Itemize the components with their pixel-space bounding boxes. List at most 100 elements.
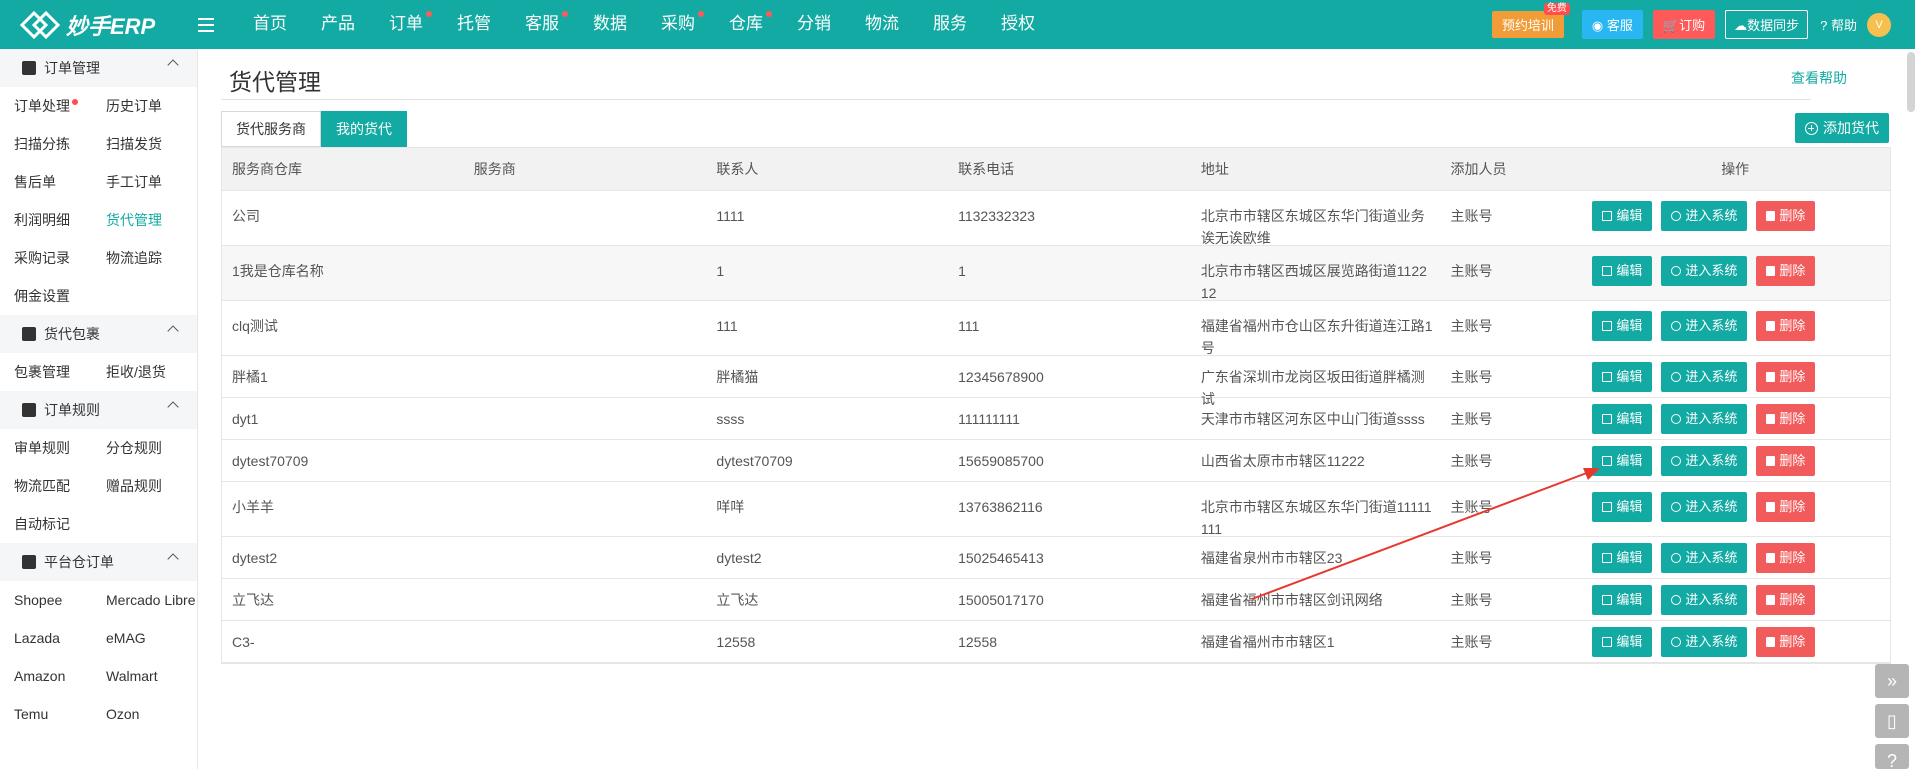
sidebar-item[interactable]: Walmart xyxy=(106,657,198,695)
tab-forwarder-providers[interactable]: 货代服务商 xyxy=(221,111,321,147)
nav-item[interactable]: 服务 xyxy=(916,0,984,49)
sidebar-item[interactable]: Ozon xyxy=(106,695,198,733)
sidebar-item[interactable]: 分仓规则 xyxy=(106,429,198,467)
subscribe-button[interactable]: 🛒订购 xyxy=(1652,10,1716,39)
sidebar-item[interactable]: 手工订单 xyxy=(106,163,198,201)
link-icon xyxy=(1671,456,1682,466)
nav-item[interactable]: 物流 xyxy=(848,0,916,49)
book-training-button[interactable]: 预约培训 免费 xyxy=(1491,3,1570,38)
contact-cell: dytest70709 xyxy=(716,453,793,469)
enter-system-button[interactable]: 进入系统 xyxy=(1661,201,1748,231)
sidebar-item[interactable]: 包裹管理 xyxy=(14,353,106,391)
delete-label: 删除 xyxy=(1779,411,1806,426)
nav-item[interactable]: 采购 xyxy=(644,0,712,49)
nav-item[interactable]: 托管 xyxy=(440,0,508,49)
edit-button[interactable]: 编辑 xyxy=(1592,311,1653,341)
sidebar-group-header[interactable]: 平台仓订单 xyxy=(0,543,197,581)
view-help-link[interactable]: 查看帮助 xyxy=(1791,68,1847,88)
sidebar-item[interactable]: 货代管理 xyxy=(106,201,198,239)
edit-button[interactable]: 编辑 xyxy=(1592,256,1653,286)
delete-button[interactable]: 删除 xyxy=(1756,492,1816,522)
mobile-icon[interactable]: ▯ xyxy=(1875,704,1909,738)
enter-system-button[interactable]: 进入系统 xyxy=(1661,404,1748,434)
edit-icon xyxy=(1602,414,1613,424)
sidebar-item[interactable]: 自动标记 xyxy=(14,505,106,543)
delete-button[interactable]: 删除 xyxy=(1756,311,1816,341)
edit-button[interactable]: 编辑 xyxy=(1592,627,1653,657)
delete-button[interactable]: 删除 xyxy=(1756,256,1816,286)
nav-item[interactable]: 订单 xyxy=(372,0,440,49)
enter-system-button[interactable]: 进入系统 xyxy=(1661,543,1748,573)
edit-button[interactable]: 编辑 xyxy=(1592,543,1653,573)
enter-system-button[interactable]: 进入系统 xyxy=(1661,627,1748,657)
enter-system-button[interactable]: 进入系统 xyxy=(1661,311,1748,341)
nav-item[interactable]: 数据 xyxy=(576,0,644,49)
data-sync-button[interactable]: ☁数据同步 xyxy=(1725,10,1809,39)
nav-item-label: 分销 xyxy=(797,14,831,33)
warehouse-cell: dytest2 xyxy=(232,550,278,566)
sidebar-item[interactable]: Amazon xyxy=(14,657,106,695)
nav-item[interactable]: 授权 xyxy=(984,0,1052,49)
sidebar-item[interactable]: 审单规则 xyxy=(14,429,106,467)
tab-my-forwarders[interactable]: 我的货代 xyxy=(321,111,407,147)
nav-item[interactable]: 分销 xyxy=(780,0,848,49)
sidebar-item[interactable]: 售后单 xyxy=(14,163,106,201)
feedback-icon[interactable]: ? xyxy=(1875,744,1909,771)
edit-button[interactable]: 编辑 xyxy=(1592,492,1653,522)
sidebar-group-header[interactable]: 货代包裹 xyxy=(0,315,197,353)
delete-button[interactable]: 删除 xyxy=(1756,585,1816,615)
enter-system-button[interactable]: 进入系统 xyxy=(1661,256,1748,286)
edit-button[interactable]: 编辑 xyxy=(1592,201,1653,231)
sidebar-group-header[interactable]: 订单规则 xyxy=(0,391,197,429)
sidebar-item[interactable]: 订单处理 xyxy=(14,87,106,125)
expand-icon[interactable]: » xyxy=(1875,664,1909,698)
sidebar-item[interactable]: 赠品规则 xyxy=(106,467,198,505)
help-link[interactable]: ? 帮助 xyxy=(1820,15,1857,34)
logo[interactable]: 妙手ERP xyxy=(19,9,170,41)
scrollbar[interactable] xyxy=(1907,52,1915,112)
sidebar-item[interactable]: Shopee xyxy=(14,581,106,619)
nav-item[interactable]: 首页 xyxy=(236,0,304,49)
nav-item-label: 采购 xyxy=(661,14,695,33)
delete-button[interactable]: 删除 xyxy=(1756,627,1816,657)
delete-button[interactable]: 删除 xyxy=(1756,362,1816,392)
sidebar-item[interactable]: Mercado Libre xyxy=(106,581,198,619)
nav-item[interactable]: 仓库 xyxy=(712,0,780,49)
address-cell: 福建省福州市仓山区东升街道连江路1号 xyxy=(1200,318,1433,356)
sidebar-item[interactable]: 历史订单 xyxy=(106,87,198,125)
sidebar-item[interactable]: 佣金设置 xyxy=(14,277,106,315)
nav-item[interactable]: 客服 xyxy=(508,0,576,49)
enter-system-button[interactable]: 进入系统 xyxy=(1661,585,1748,615)
menu-toggle-icon[interactable] xyxy=(198,17,214,32)
enter-system-button[interactable]: 进入系统 xyxy=(1661,492,1748,522)
add-forwarder-button[interactable]: 添加货代 xyxy=(1795,113,1889,143)
subscribe-label: 订购 xyxy=(1679,18,1706,33)
sidebar-item[interactable]: Temu xyxy=(14,695,106,733)
customer-service-button[interactable]: ◉ 客服 xyxy=(1581,10,1643,39)
edit-button[interactable]: 编辑 xyxy=(1592,404,1653,434)
delete-button[interactable]: 删除 xyxy=(1756,201,1816,231)
delete-button[interactable]: 删除 xyxy=(1756,404,1816,434)
enter-system-button[interactable]: 进入系统 xyxy=(1661,446,1748,476)
edit-button[interactable]: 编辑 xyxy=(1592,446,1653,476)
sidebar: 订单管理 订单处理 历史订单 扫描分拣 扫描发货 售后单 手工订单 利润明细 货代管理 采购记录物… xyxy=(0,49,198,769)
sidebar-item[interactable]: 扫描发货 xyxy=(106,125,198,163)
nav-item[interactable]: 产品 xyxy=(304,0,372,49)
sidebar-item[interactable]: 物流匹配 xyxy=(14,467,106,505)
sidebar-item[interactable]: 拒收/退货 xyxy=(106,353,198,391)
edit-button[interactable]: 编辑 xyxy=(1592,362,1653,392)
enter-system-button[interactable]: 进入系统 xyxy=(1661,362,1748,392)
sidebar-item[interactable]: eMAG xyxy=(106,619,198,657)
delete-button[interactable]: 删除 xyxy=(1756,543,1816,573)
delete-button[interactable]: 删除 xyxy=(1756,446,1816,476)
warehouse-cell: 胖橘1 xyxy=(232,369,268,385)
sidebar-item[interactable]: 采购记录 xyxy=(14,239,106,277)
sidebar-group-header[interactable]: 订单管理 xyxy=(0,49,197,87)
trash-icon xyxy=(1766,414,1776,424)
sidebar-item[interactable]: Lazada xyxy=(14,619,106,657)
edit-button[interactable]: 编辑 xyxy=(1592,585,1653,615)
sidebar-item[interactable]: 物流追踪 xyxy=(106,239,198,277)
avatar[interactable]: V xyxy=(1867,12,1891,37)
sidebar-item[interactable]: 利润明细 xyxy=(14,201,106,239)
sidebar-item[interactable]: 扫描分拣 xyxy=(14,125,106,163)
